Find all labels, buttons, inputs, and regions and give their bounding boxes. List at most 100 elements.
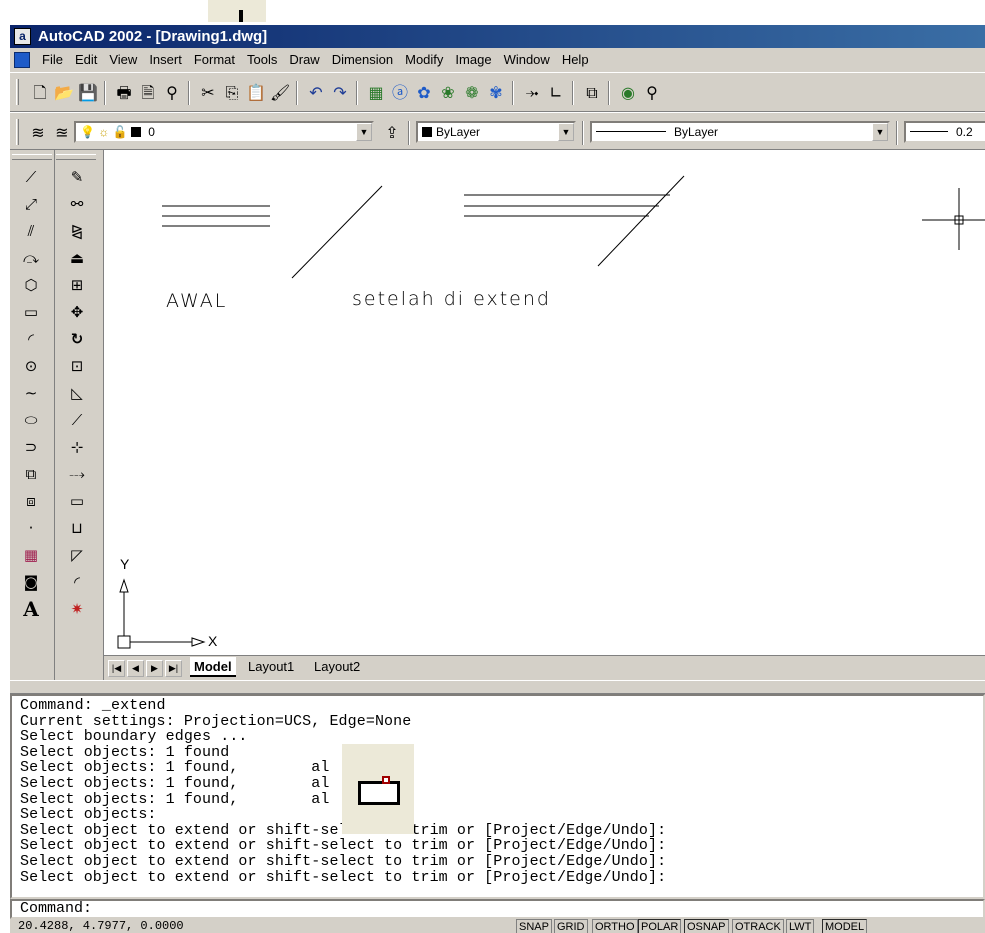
- lwt-toggle[interactable]: LWT: [786, 919, 815, 933]
- osnap-toggle[interactable]: OSNAP: [684, 919, 729, 933]
- linetype-dropdown[interactable]: ByLayer ▼: [590, 121, 890, 143]
- print-icon[interactable]: 🖶: [114, 83, 134, 103]
- array-icon[interactable]: ⊞: [66, 274, 88, 296]
- chamfer-icon[interactable]: ◸: [66, 544, 88, 566]
- menu-image[interactable]: Image: [449, 52, 497, 67]
- lengthen-icon[interactable]: ⟋: [66, 409, 88, 431]
- toolbar-grip[interactable]: [16, 79, 19, 105]
- extend-icon[interactable]: ⤏: [66, 463, 88, 485]
- paste-icon[interactable]: 📋: [246, 83, 266, 103]
- model-toggle[interactable]: MODEL: [822, 919, 868, 933]
- document-icon[interactable]: [14, 52, 30, 68]
- revcloud-icon[interactable]: ⊃: [20, 436, 42, 458]
- menu-insert[interactable]: Insert: [143, 52, 188, 67]
- grid-toggle[interactable]: GRID: [554, 919, 588, 933]
- undo-icon[interactable]: ↶: [306, 83, 326, 103]
- match-properties-icon[interactable]: 🖌: [270, 83, 290, 103]
- aerial-view-icon[interactable]: ⧉: [582, 83, 602, 103]
- mirror-icon[interactable]: ⧎: [66, 220, 88, 242]
- stretch-icon[interactable]: ◺: [66, 382, 88, 404]
- zoom-icon[interactable]: ⚲: [642, 83, 662, 103]
- fillet-icon[interactable]: ◜: [66, 571, 88, 593]
- menu-dimension[interactable]: Dimension: [326, 52, 399, 67]
- make-object-layer-current-icon[interactable]: ⇪: [382, 123, 402, 143]
- layer-manager-icon[interactable]: ≋: [28, 123, 48, 143]
- menu-edit[interactable]: Edit: [69, 52, 103, 67]
- otrack-toggle[interactable]: OTRACK: [732, 919, 784, 933]
- move-icon[interactable]: ✥: [66, 301, 88, 323]
- hatch-icon[interactable]: ▦: [20, 544, 42, 566]
- chevron-down-icon[interactable]: ▼: [872, 123, 888, 141]
- first-tab-icon[interactable]: |◀: [108, 660, 125, 677]
- copy-object-icon[interactable]: ⚯: [66, 193, 88, 215]
- scale-icon[interactable]: ⊡: [66, 355, 88, 377]
- menu-format[interactable]: Format: [188, 52, 241, 67]
- redo-icon[interactable]: ↷: [330, 83, 350, 103]
- layer-dropdown[interactable]: 💡 ☼ 🔓 0 ▼: [74, 121, 374, 143]
- ucs-icon[interactable]: ⤞: [522, 83, 542, 103]
- menu-file[interactable]: File: [36, 52, 69, 67]
- line-icon[interactable]: ⟋: [20, 166, 42, 188]
- erase-icon[interactable]: ✎: [66, 166, 88, 188]
- hyperlink-icon[interactable]: ✾: [486, 83, 506, 103]
- menu-window[interactable]: Window: [498, 52, 556, 67]
- insert-block-icon[interactable]: ⧉: [20, 463, 42, 485]
- tab-model[interactable]: Model: [190, 657, 236, 677]
- today-icon[interactable]: ⓐ: [390, 83, 410, 103]
- pan-icon[interactable]: ◉: [618, 83, 638, 103]
- ellipse-icon[interactable]: ⬭: [20, 409, 42, 431]
- ucs-axis-icon[interactable]: ∟: [546, 83, 566, 103]
- menu-tools[interactable]: Tools: [241, 52, 283, 67]
- rectangle-icon[interactable]: ▭: [20, 301, 42, 323]
- model-space-canvas[interactable]: AWAL setelah di extend Y X: [104, 150, 985, 655]
- autocad-app-icon[interactable]: a: [14, 28, 31, 45]
- open-icon[interactable]: 📂: [54, 83, 74, 103]
- construction-line-icon[interactable]: ⤢: [20, 193, 42, 215]
- rotate-icon[interactable]: ↻: [66, 328, 88, 350]
- polyline-icon[interactable]: ⤼: [20, 247, 42, 269]
- make-block-icon[interactable]: ⧈: [20, 490, 42, 512]
- multiline-text-icon[interactable]: A: [20, 598, 42, 620]
- layer-previous-icon[interactable]: ≊: [52, 123, 72, 143]
- arc-icon[interactable]: ◜: [20, 328, 42, 350]
- circle-icon[interactable]: ⊙: [20, 355, 42, 377]
- snap-toggle[interactable]: SNAP: [516, 919, 552, 933]
- spline-icon[interactable]: ∼: [20, 382, 42, 404]
- menu-draw[interactable]: Draw: [283, 52, 325, 67]
- offset-icon[interactable]: ⏏: [66, 247, 88, 269]
- title-bar[interactable]: a AutoCAD 2002 - [Drawing1.dwg]: [10, 25, 985, 48]
- design-center-icon[interactable]: ▦: [366, 83, 386, 103]
- publish-icon[interactable]: ❀: [438, 83, 458, 103]
- point-a-icon[interactable]: ❁: [462, 83, 482, 103]
- cut-icon[interactable]: ✂: [198, 83, 218, 103]
- last-tab-icon[interactable]: ▶|: [165, 660, 182, 677]
- meet-now-icon[interactable]: ✿: [414, 83, 434, 103]
- chevron-down-icon[interactable]: ▼: [558, 123, 574, 141]
- next-tab-icon[interactable]: ▶: [146, 660, 163, 677]
- menu-view[interactable]: View: [103, 52, 143, 67]
- print-preview-icon[interactable]: 🗎: [138, 83, 158, 103]
- explode-icon[interactable]: ✷: [66, 598, 88, 620]
- trim-icon[interactable]: ⊹: [66, 436, 88, 458]
- command-history[interactable]: Command: _extend Current settings: Projec…: [10, 694, 985, 899]
- palette-grip[interactable]: [12, 154, 52, 160]
- toolbar-grip[interactable]: [16, 119, 19, 145]
- menu-help[interactable]: Help: [556, 52, 595, 67]
- tab-layout1[interactable]: Layout1: [244, 657, 298, 677]
- polar-toggle[interactable]: POLAR: [638, 919, 682, 933]
- region-icon[interactable]: ◙: [20, 571, 42, 593]
- new-icon[interactable]: 🗋: [30, 83, 50, 103]
- command-window-splitter[interactable]: [10, 680, 985, 694]
- break-at-point-icon[interactable]: ⊔: [66, 517, 88, 539]
- lineweight-dropdown[interactable]: 0.2: [904, 121, 985, 143]
- break-icon[interactable]: ▭: [66, 490, 88, 512]
- polygon-icon[interactable]: ⬡: [20, 274, 42, 296]
- multiline-icon[interactable]: ⫽: [20, 220, 42, 242]
- palette-grip[interactable]: [56, 154, 96, 160]
- save-icon[interactable]: 💾: [78, 83, 98, 103]
- color-dropdown[interactable]: ByLayer ▼: [416, 121, 576, 143]
- ortho-toggle[interactable]: ORTHO: [592, 919, 638, 933]
- copy-icon[interactable]: ⎘: [222, 83, 242, 103]
- tab-layout2[interactable]: Layout2: [310, 657, 364, 677]
- point-icon[interactable]: ·: [20, 517, 42, 539]
